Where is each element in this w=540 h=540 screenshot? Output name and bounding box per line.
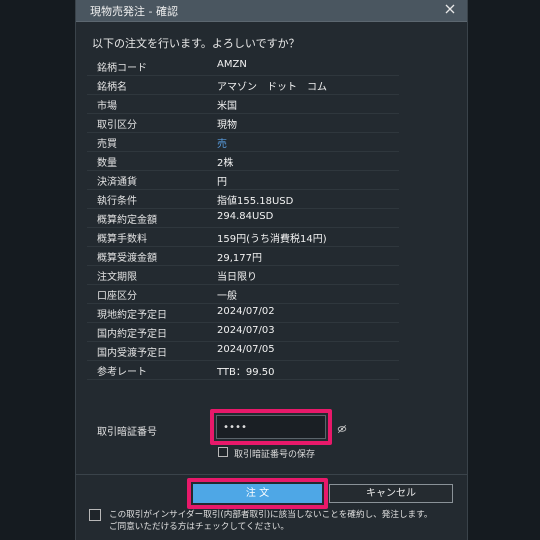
order-button[interactable]: 注 文 bbox=[193, 484, 322, 503]
detail-value: アマゾン ドット コム bbox=[217, 82, 327, 93]
eye-slash-icon[interactable] bbox=[337, 424, 347, 434]
detail-row-est-amount: 概算約定金額 294.84USD bbox=[87, 209, 399, 228]
detail-label: 現地約定予定日 bbox=[97, 310, 167, 321]
detail-value-sell: 売 bbox=[217, 139, 227, 150]
detail-row-domestic-settle-date: 国内受渡予定日 2024/07/05 bbox=[87, 342, 399, 361]
detail-label: 銘柄コード bbox=[97, 63, 147, 74]
detail-label: 参考レート bbox=[97, 367, 147, 378]
detail-row-ref-rate: 参考レート TTB：99.50 bbox=[87, 361, 399, 380]
detail-label: 執行条件 bbox=[97, 196, 137, 207]
dialog-title: 現物売発注 - 確認 bbox=[90, 5, 178, 18]
detail-value: 当日限り bbox=[217, 272, 257, 283]
detail-value: 指値155.18USD bbox=[217, 196, 294, 207]
detail-value: 29,177円 bbox=[217, 253, 262, 264]
detail-value: 米国 bbox=[217, 101, 237, 112]
detail-label: 概算約定金額 bbox=[97, 215, 157, 226]
pin-label: 取引暗証番号 bbox=[97, 427, 157, 438]
detail-row-name: 銘柄名 アマゾン ドット コム bbox=[87, 76, 399, 95]
pin-input[interactable] bbox=[216, 415, 326, 439]
detail-value: AMZN bbox=[217, 59, 247, 70]
detail-value: TTB：99.50 bbox=[217, 367, 275, 378]
detail-value: 現物 bbox=[217, 120, 237, 131]
detail-row-trade-type: 取引区分 現物 bbox=[87, 114, 399, 133]
detail-label: 国内受渡予定日 bbox=[97, 348, 167, 359]
confirm-prompt: 以下の注文を行います。よろしいですか？ bbox=[92, 37, 300, 50]
detail-value: 2株 bbox=[217, 158, 234, 169]
detail-label: 市場 bbox=[97, 101, 117, 112]
background-left bbox=[0, 0, 75, 540]
detail-label: 口座区分 bbox=[97, 291, 137, 302]
detail-label: 銘柄名 bbox=[97, 82, 127, 93]
save-pin-label: 取引暗証番号の保存 bbox=[234, 450, 316, 460]
detail-row-account: 口座区分 一般 bbox=[87, 285, 399, 304]
detail-row-quantity: 数量 2株 bbox=[87, 152, 399, 171]
cancel-button[interactable]: キャンセル bbox=[329, 484, 453, 503]
detail-label: 概算受渡金額 bbox=[97, 253, 157, 264]
detail-row-est-fee: 概算手数料 159円(うち消費税14円) bbox=[87, 228, 399, 247]
detail-row-expiry: 注文期限 当日限り bbox=[87, 266, 399, 285]
detail-row-currency: 決済通貨 円 bbox=[87, 171, 399, 190]
detail-value: 円 bbox=[217, 177, 227, 188]
detail-label: 注文期限 bbox=[97, 272, 137, 283]
detail-value: 2024/07/02 bbox=[217, 306, 275, 317]
insider-confirm-text: この取引がインサイダー取引(内部者取引)に該当しないことを確約し、発注します。 … bbox=[109, 509, 432, 533]
insider-confirm-checkbox[interactable] bbox=[89, 509, 101, 521]
insider-confirm-line2: ご同意いただける方はチェックしてください。 bbox=[109, 522, 289, 532]
order-details-table: 銘柄コード AMZN 銘柄名 アマゾン ドット コム 市場 米国 取引区分 現物… bbox=[87, 57, 399, 380]
close-icon[interactable] bbox=[443, 2, 457, 16]
detail-row-code: 銘柄コード AMZN bbox=[87, 57, 399, 76]
dialog-titlebar: 現物売発注 - 確認 bbox=[76, 0, 467, 22]
detail-label: 取引区分 bbox=[97, 120, 137, 131]
footer-divider bbox=[76, 474, 467, 475]
detail-row-market: 市場 米国 bbox=[87, 95, 399, 114]
detail-value: 一般 bbox=[217, 291, 237, 302]
detail-value: 294.84USD bbox=[217, 211, 274, 222]
detail-value: 159円(うち消費税14円) bbox=[217, 234, 327, 245]
order-confirm-dialog: 現物売発注 - 確認 以下の注文を行います。よろしいですか？ 銘柄コード AMZ… bbox=[75, 0, 468, 540]
insider-confirm-line1: この取引がインサイダー取引(内部者取引)に該当しないことを確約し、発注します。 bbox=[109, 510, 433, 520]
detail-row-local-trade-date: 現地約定予定日 2024/07/02 bbox=[87, 304, 399, 323]
detail-value: 2024/07/05 bbox=[217, 344, 275, 355]
detail-value: 2024/07/03 bbox=[217, 325, 275, 336]
detail-label: 売買 bbox=[97, 139, 117, 150]
detail-row-est-settlement: 概算受渡金額 29,177円 bbox=[87, 247, 399, 266]
detail-label: 国内約定予定日 bbox=[97, 329, 167, 340]
detail-label: 決済通貨 bbox=[97, 177, 137, 188]
detail-row-side: 売買 売 bbox=[87, 133, 399, 152]
detail-row-domestic-trade-date: 国内約定予定日 2024/07/03 bbox=[87, 323, 399, 342]
background-right bbox=[468, 0, 540, 540]
detail-label: 概算手数料 bbox=[97, 234, 147, 245]
detail-label: 数量 bbox=[97, 158, 117, 169]
save-pin-checkbox[interactable] bbox=[218, 447, 228, 457]
detail-row-condition: 執行条件 指値155.18USD bbox=[87, 190, 399, 209]
